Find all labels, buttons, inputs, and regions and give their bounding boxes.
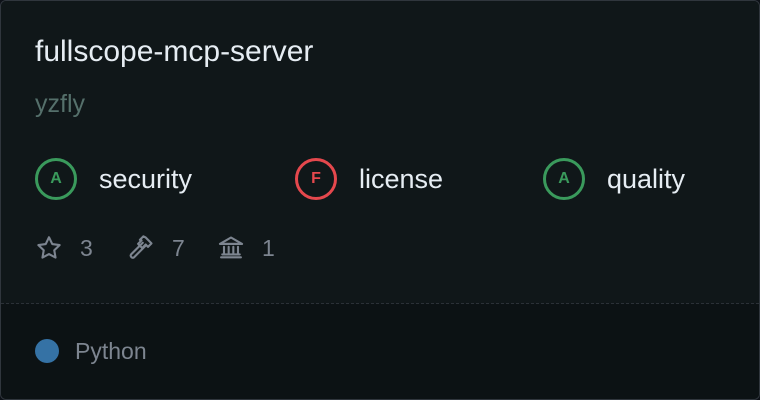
institutions-stat: 1 — [217, 233, 275, 263]
stars-count: 3 — [80, 234, 93, 261]
institutions-count: 1 — [262, 234, 275, 261]
hammer-icon — [127, 234, 155, 262]
repo-title[interactable]: fullscope-mcp-server — [35, 35, 313, 69]
tools-count: 7 — [172, 234, 185, 261]
security-grade-badge: A — [35, 158, 77, 200]
security-label: security — [99, 163, 193, 194]
language-name: Python — [75, 337, 147, 364]
quality-label: quality — [607, 163, 686, 194]
tools-stat: 7 — [127, 233, 185, 263]
repo-owner[interactable]: yzfly — [35, 90, 85, 119]
stars-stat: 3 — [35, 233, 93, 263]
repo-card[interactable]: fullscope-mcp-server yzfly A security F … — [0, 0, 760, 400]
bank-icon — [217, 234, 245, 262]
language-color-dot — [35, 339, 59, 363]
quality-grade-badge: A — [543, 158, 585, 200]
security-score: A security — [35, 156, 192, 202]
license-grade-badge: F — [295, 158, 337, 200]
quality-score: A quality — [543, 156, 685, 202]
license-label: license — [359, 163, 444, 194]
license-score: F license — [295, 156, 443, 202]
star-icon — [35, 234, 63, 262]
language-indicator: Python — [35, 338, 147, 364]
